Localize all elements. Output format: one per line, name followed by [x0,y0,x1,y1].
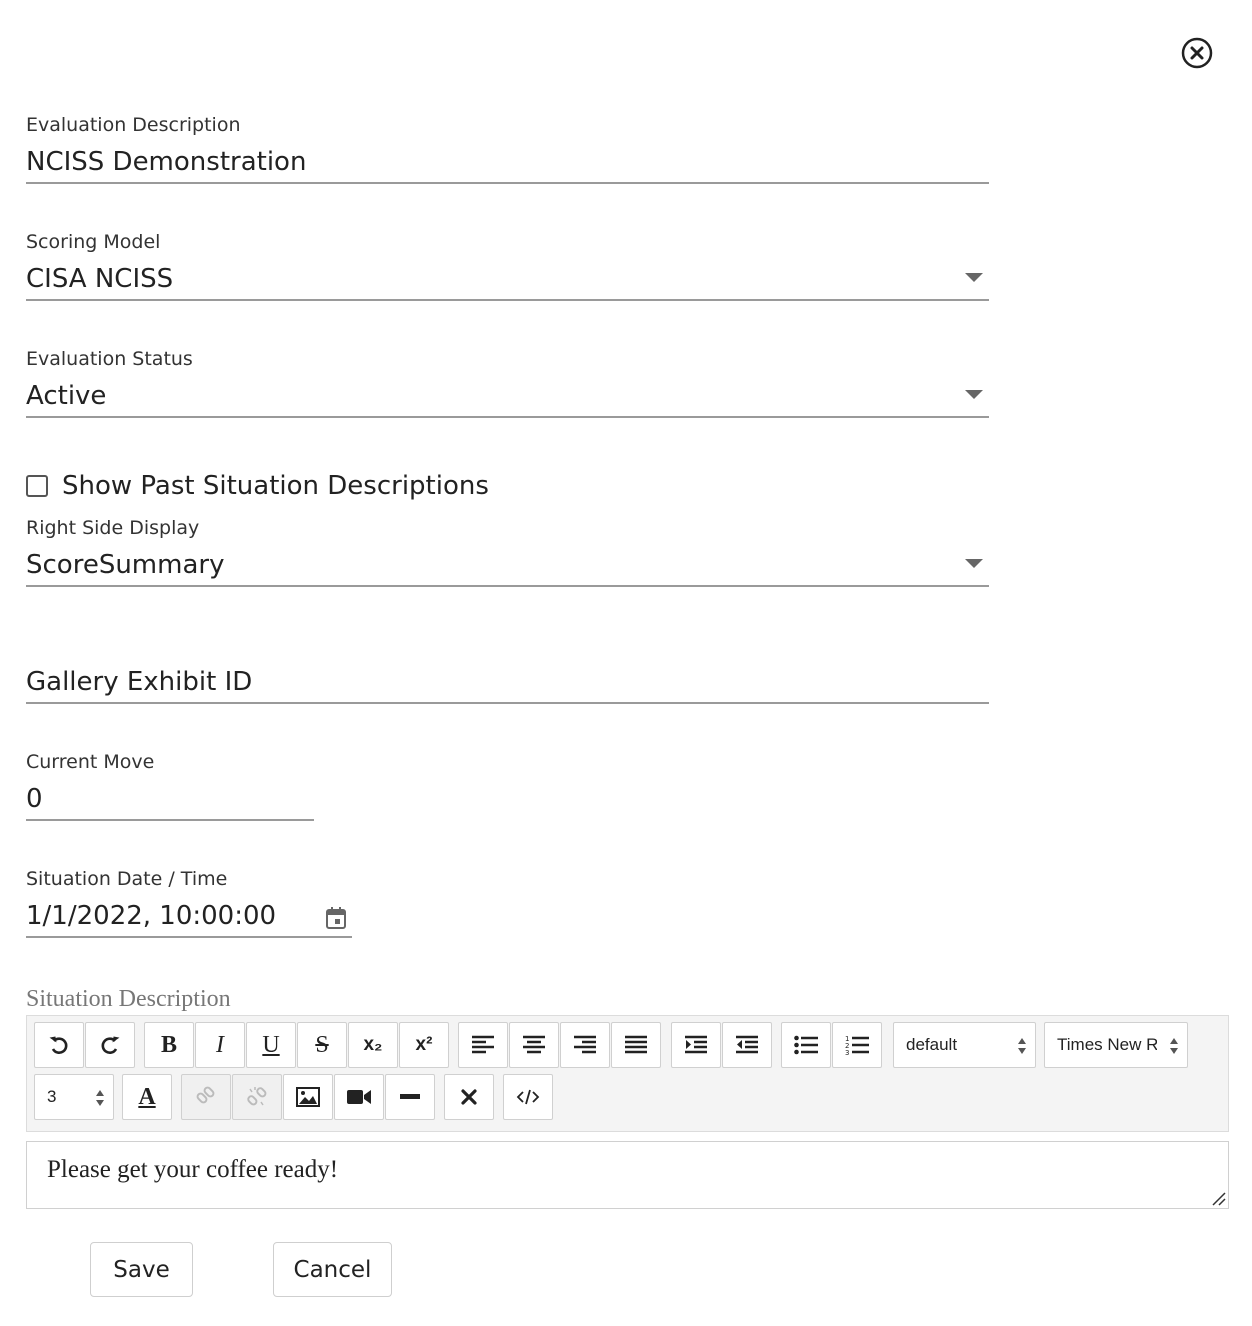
align-center-icon [523,1035,545,1054]
align-left-button[interactable] [458,1022,508,1068]
heading-select-value: default [906,1035,958,1054]
link-icon [196,1086,215,1104]
situation-datetime-field[interactable]: Situation Date / Time 1/1/2022, 10:00:00 [26,868,352,938]
dropdown-arrow-icon [965,273,983,282]
situation-description-label: Situation Description [26,986,231,1012]
scoring-model-value: CISA NCISS [26,264,174,294]
bold-button[interactable]: B [144,1022,194,1068]
scoring-model-label: Scoring Model [26,231,161,253]
current-move-field[interactable]: Current Move 0 [26,751,314,821]
right-side-display-field[interactable]: Right Side Display ScoreSummary [26,517,989,587]
redo-button[interactable] [85,1022,135,1068]
current-move-input[interactable]: 0 [26,773,314,821]
dropdown-arrow-icon [965,559,983,568]
superscript-button[interactable]: x² [399,1022,449,1068]
bold-icon: B [160,1031,177,1058]
align-center-button[interactable] [509,1022,559,1068]
evaluation-status-select[interactable]: Active [26,370,989,418]
editor-content-text: Please get your coffee ready! [47,1156,339,1183]
subscript-button[interactable]: x₂ [348,1022,398,1068]
strikethrough-button[interactable]: S [297,1022,347,1068]
evaluation-status-field[interactable]: Evaluation Status Active [26,348,989,418]
insert-image-button[interactable] [283,1074,333,1120]
subscript-icon: x₂ [363,1034,383,1055]
strikethrough-icon: S [315,1031,329,1058]
text-color-button[interactable]: A [122,1074,172,1120]
gallery-exhibit-field[interactable]: Gallery Exhibit ID [26,634,989,704]
italic-button[interactable]: I [195,1022,245,1068]
right-side-display-value: ScoreSummary [26,550,225,580]
situation-datetime-input[interactable]: 1/1/2022, 10:00:00 [26,890,352,938]
show-past-descriptions-checkbox-row[interactable]: Show Past Situation Descriptions [26,470,489,502]
right-side-display-label: Right Side Display [26,517,200,539]
evaluation-status-value: Active [26,381,107,411]
scoring-model-field[interactable]: Scoring Model CISA NCISS [26,231,989,301]
evaluation-description-input[interactable]: NCISS Demonstration [26,136,989,184]
updown-arrow-icon [1170,1038,1178,1054]
unlink-icon [247,1087,267,1106]
code-icon [516,1089,540,1105]
undo-icon [49,1036,68,1054]
superscript-icon: x² [415,1034,433,1055]
align-right-button[interactable] [560,1022,610,1068]
italic-icon: I [216,1031,224,1058]
evaluation-description-field[interactable]: Evaluation Description NCISS Demonstrati… [26,114,989,184]
align-justify-button[interactable] [611,1022,661,1068]
horizontal-rule-icon [400,1094,420,1099]
align-left-icon [472,1035,494,1054]
situation-datetime-label: Situation Date / Time [26,868,228,890]
gallery-exhibit-placeholder: Gallery Exhibit ID [26,667,253,697]
horizontal-rule-button[interactable] [385,1074,435,1120]
video-camera-icon [347,1090,371,1104]
underline-button[interactable]: U [246,1022,296,1068]
remove-format-button[interactable] [444,1074,494,1120]
indent-button[interactable] [671,1022,721,1068]
updown-arrow-icon [96,1090,104,1106]
font-size-select-value: 3 [47,1087,57,1106]
cancel-button[interactable]: Cancel [273,1242,392,1297]
close-circle-icon [1181,37,1213,69]
bullet-list-icon [794,1035,818,1055]
editor-toolbar: B I U S x₂ x² 123 default Times New 3 A [26,1015,1229,1132]
close-button[interactable] [1181,37,1213,69]
calendar-icon[interactable] [326,907,346,929]
numbered-list-button[interactable]: 123 [832,1022,882,1068]
font-size-select[interactable]: 3 [34,1074,114,1120]
align-right-icon [574,1035,596,1054]
image-icon [296,1087,320,1107]
underline-icon: U [262,1031,280,1058]
situation-description-editor[interactable]: Please get your coffee ready! [26,1141,1229,1209]
font-family-select-value: Times New Roman [1057,1035,1157,1054]
font-family-select[interactable]: Times New Roman [1044,1022,1188,1068]
text-color-icon: A [138,1083,156,1110]
right-side-display-select[interactable]: ScoreSummary [26,539,989,587]
indent-icon [685,1035,707,1054]
remove-format-icon [461,1089,477,1105]
current-move-label: Current Move [26,751,155,773]
align-justify-icon [625,1035,647,1054]
updown-arrow-icon [1018,1038,1026,1054]
svg-text:3: 3 [845,1049,849,1056]
resize-grip-icon[interactable] [1210,1190,1226,1206]
code-view-button[interactable] [503,1074,553,1120]
numbered-list-icon: 123 [845,1035,869,1056]
bullet-list-button[interactable] [781,1022,831,1068]
scoring-model-select[interactable]: CISA NCISS [26,253,989,301]
situation-datetime-value: 1/1/2022, 10:00:00 [26,901,277,931]
insert-video-button[interactable] [334,1074,384,1120]
redo-icon [101,1036,120,1054]
outdent-icon [736,1035,758,1054]
heading-select[interactable]: default [893,1022,1036,1068]
gallery-exhibit-input[interactable]: Gallery Exhibit ID [26,656,989,704]
show-past-descriptions-checkbox[interactable] [26,475,48,497]
save-button[interactable]: Save [90,1242,193,1297]
show-past-descriptions-label: Show Past Situation Descriptions [62,471,489,501]
dropdown-arrow-icon [965,390,983,399]
evaluation-status-label: Evaluation Status [26,348,193,370]
unlink-button[interactable] [232,1074,282,1120]
undo-button[interactable] [34,1022,84,1068]
outdent-button[interactable] [722,1022,772,1068]
evaluation-description-label: Evaluation Description [26,114,241,136]
link-button[interactable] [181,1074,231,1120]
